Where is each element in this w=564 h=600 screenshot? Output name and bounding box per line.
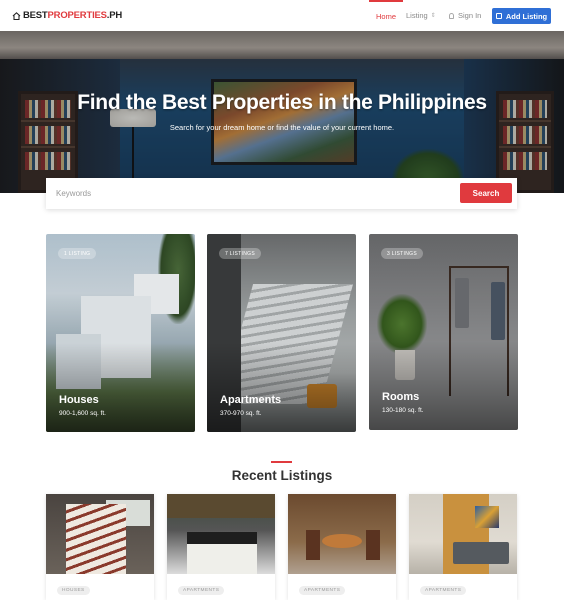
category-card-rooms[interactable]: 3 LISTINGS Rooms 130-180 sq. ft.	[369, 234, 518, 430]
listing-card[interactable]: APARTMENTS	[167, 494, 275, 600]
logo-accent: PROPERTIES	[47, 10, 107, 21]
search-bar: Search	[46, 178, 517, 209]
category-name: Rooms	[382, 391, 420, 403]
nav-sign-in[interactable]: Sign In	[449, 0, 485, 31]
house-icon	[12, 11, 21, 20]
nav-home[interactable]: Home	[369, 0, 403, 31]
listing-count-badge: 1 LISTING	[58, 248, 97, 259]
listing-card[interactable]: APARTMENTS	[288, 494, 396, 600]
category-size: 900-1,600 sq. ft.	[59, 410, 106, 417]
logo-suffix: .PH	[106, 10, 123, 21]
add-icon	[495, 13, 502, 19]
hero-subtitle: Search for your dream home or find the v…	[169, 123, 395, 132]
listing-photo	[409, 494, 517, 574]
recent-listings-title: Recent Listings	[231, 468, 333, 483]
listing-card[interactable]: APARTMENTS	[409, 494, 517, 600]
section-divider	[271, 461, 292, 463]
nav-listing[interactable]: Listing ⇕	[406, 0, 440, 31]
listing-type-tag[interactable]: APARTMENTS	[420, 586, 467, 595]
listing-count-badge: 7 LISTINGS	[219, 248, 261, 259]
hero-title: Find the Best Properties in the Philippi…	[77, 91, 487, 114]
listing-card[interactable]: HOUSES	[46, 494, 154, 600]
listing-type-tag[interactable]: HOUSES	[57, 586, 90, 595]
listing-count-badge: 3 LISTINGS	[381, 248, 423, 259]
category-name: Houses	[59, 394, 99, 406]
keywords-input[interactable]	[56, 185, 436, 202]
user-icon	[449, 12, 454, 19]
hero-banner: Find the Best Properties in the Philippi…	[0, 31, 564, 193]
add-listing-button[interactable]: Add Listing	[492, 8, 551, 24]
listing-type-tag[interactable]: APARTMENTS	[178, 586, 225, 595]
site-logo[interactable]: BEST PROPERTIES .PH	[12, 10, 122, 21]
logo-prefix: BEST	[23, 10, 48, 21]
chevron-updown-icon: ⇕	[430, 13, 436, 19]
category-size: 130-180 sq. ft.	[382, 407, 424, 414]
listing-photo	[167, 494, 275, 574]
category-name: Apartments	[220, 394, 282, 406]
listing-photo	[46, 494, 154, 574]
category-size: 370-970 sq. ft.	[220, 410, 262, 417]
nav-listing-label: Listing	[406, 11, 428, 20]
category-card-apartments[interactable]: 7 LISTINGS Apartments 370-970 sq. ft.	[207, 234, 356, 432]
category-card-houses[interactable]: 1 LISTING Houses 900-1,600 sq. ft.	[46, 234, 195, 432]
listing-photo	[288, 494, 396, 574]
site-header: BEST PROPERTIES .PH Home Listing ⇕ Sign In…	[0, 0, 564, 31]
add-listing-label: Add Listing	[505, 11, 548, 21]
nav-sign-in-label: Sign In	[458, 11, 482, 20]
listing-type-tag[interactable]: APARTMENTS	[299, 586, 346, 595]
search-button[interactable]: Search	[460, 183, 512, 203]
